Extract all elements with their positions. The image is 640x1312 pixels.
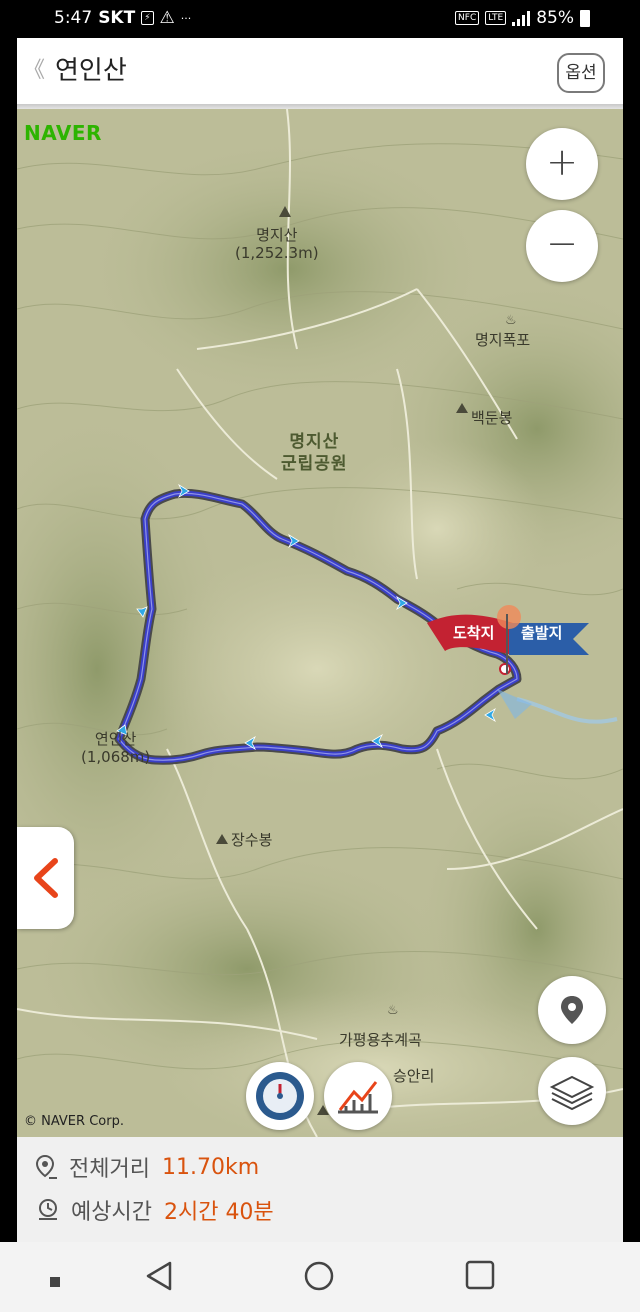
circle-home-icon [304,1261,334,1291]
route-distance-icon [35,1154,57,1179]
elevation-icon [338,1081,378,1114]
svg-text:♨: ♨ [505,313,517,328]
distance-value: 11.70km [161,1154,260,1180]
peak-elevation: (1,068m) [81,748,151,766]
elevation-profile-button[interactable] [324,1062,392,1130]
svg-text:♨: ♨ [387,1003,399,1018]
phone-screen: 5:47 SKT ⚡ ⚠ ··· NFC LTE 85% 《 연인산 옵션 ♨ … [0,0,640,1312]
arrive-flag[interactable]: 도착지 [429,617,515,649]
time-label: 예상시간 [71,1200,152,1225]
charging-box-icon: ⚡ [141,11,154,25]
status-carrier: SKT [98,8,136,28]
peak-name: 명지산 [256,226,298,244]
distance-row: 전체거리 11.70km [35,1152,259,1182]
time-row: 예상시간 2시간 40분 [35,1195,274,1225]
compass-button[interactable] [246,1062,314,1130]
nfc-icon: NFC [455,11,480,25]
option-button[interactable]: 옵션 [557,53,605,93]
location-pin-icon [561,996,583,1024]
peak-name: 연인산 [94,730,137,748]
overview-nav-button[interactable] [465,1260,495,1294]
status-bar: 5:47 SKT ⚡ ⚠ ··· NFC LTE 85% [0,0,640,38]
start-flag[interactable]: 출발지 [509,617,589,649]
battery-percent: 85% [536,8,574,28]
time-value: 2시간 40분 [163,1200,274,1225]
label-jangsubong: 장수봉 [231,831,273,849]
battery-icon [580,9,590,27]
side-panel-toggle[interactable] [17,827,74,929]
header: 《 연인산 옵션 [17,38,623,104]
warning-icon: ⚠ [159,8,175,28]
back-nav-button[interactable] [144,1260,174,1296]
park-label: 명지산 군립공원 [281,431,348,475]
park-name-line1: 명지산 [289,432,340,452]
label-gapyeong-valley: 가평용추계곡 [339,1031,422,1049]
status-overflow: ··· [180,11,192,25]
recent-apps-button[interactable] [50,1272,60,1291]
signal-icon [512,10,531,26]
layers-button[interactable] [538,1057,606,1125]
park-name-line2: 군립공원 [281,454,348,474]
label-baekdunbong: 백둔봉 [471,409,513,427]
back-button[interactable]: 《 [23,58,45,84]
label-myeongji-falls: 명지폭포 [475,331,531,349]
app-window: 《 연인산 옵션 ♨ ♨ NAVER 명지산 (1,252.3m) 명지폭포 백… [17,38,623,1242]
status-time: 5:47 [54,8,93,28]
compass-gauge-icon [256,1072,304,1120]
current-location-button[interactable] [538,976,606,1044]
chevron-left-icon [34,858,58,898]
zoom-in-button[interactable]: + [526,128,598,200]
page-title: 연인산 [55,56,127,86]
peak-label-yeoninsan: 연인산 (1,068m) [81,730,150,766]
system-nav-bar [0,1242,640,1312]
estimated-time-icon [39,1199,57,1220]
distance-label: 전체거리 [69,1157,150,1182]
square-dot-icon [50,1277,60,1287]
home-nav-button[interactable] [303,1260,335,1296]
peak-elevation: (1,252.3m) [235,244,319,262]
lte-icon: LTE [485,11,507,25]
map-view[interactable]: ♨ ♨ NAVER 명지산 (1,252.3m) 명지폭포 백둔봉 명지산 군립… [17,109,623,1137]
peak-label-myeongjisan: 명지산 (1,252.3m) [235,226,319,262]
label-seunganri: 승안리 [393,1067,435,1085]
square-overview-icon [465,1260,495,1290]
triangle-back-icon [146,1261,172,1291]
zoom-out-button[interactable]: − [526,210,598,282]
naver-logo: NAVER [24,121,102,145]
layers-icon [549,1075,595,1111]
route-info-panel: 전체거리 11.70km 예상시간 2시간 40분 [17,1137,623,1242]
map-copyright: © NAVER Corp. [24,1114,124,1129]
